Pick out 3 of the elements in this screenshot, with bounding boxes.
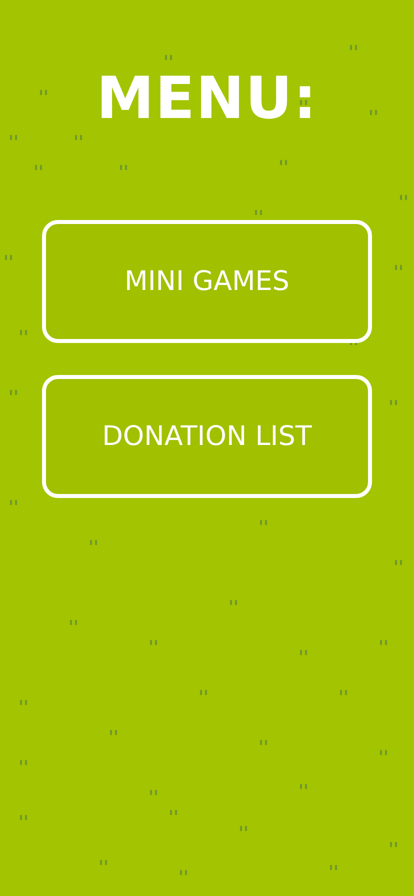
menu-button[interactable]: MINI GAMES [42, 220, 372, 343]
menu-button[interactable]: DONATION LIST [42, 375, 372, 498]
menu-title: MENU: [96, 63, 318, 134]
